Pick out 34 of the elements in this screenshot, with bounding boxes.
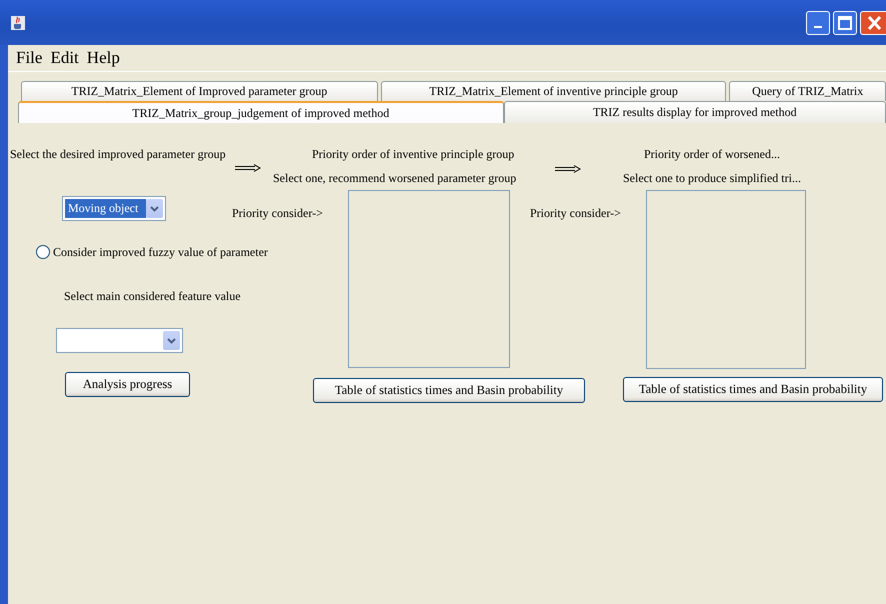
tab[interactable]: Query of TRIZ_Matrix bbox=[729, 81, 886, 101]
maximize-button[interactable] bbox=[833, 10, 857, 34]
minimize-button[interactable] bbox=[806, 10, 830, 34]
tab[interactable]: TRIZ_Matrix_group_judgement of improved method bbox=[18, 101, 504, 123]
arrow-icon bbox=[555, 164, 581, 172]
menu-item[interactable]: Help bbox=[82, 45, 124, 71]
java-icon bbox=[10, 14, 26, 30]
analysis-button[interactable]: Analysis progress bbox=[65, 372, 190, 397]
subheading-text: Select one to produce simplified tri... bbox=[623, 170, 801, 186]
dropdown[interactable]: Moving object bbox=[62, 196, 166, 221]
label-text: Select main considered feature value bbox=[64, 288, 241, 304]
tab[interactable]: TRIZ_Matrix_Element of Improved parameter group bbox=[21, 81, 378, 101]
menu-item[interactable]: File bbox=[12, 45, 46, 71]
radio-label: Consider improved fuzzy value of parameter bbox=[53, 244, 268, 260]
label-text: Select the desired improved parameter group bbox=[10, 146, 226, 162]
caret-icon bbox=[150, 206, 159, 212]
table-button[interactable]: Table of statistics times and Basin probability bbox=[623, 377, 883, 402]
tab[interactable]: TRIZ results display for improved method bbox=[504, 101, 886, 123]
radio-button[interactable] bbox=[36, 245, 50, 259]
arrow-icon bbox=[235, 164, 261, 172]
heading-text: Priority order of worsened... bbox=[644, 146, 780, 162]
subheading-text: Select one, recommend worsened parameter group bbox=[273, 170, 516, 186]
maximize-icon bbox=[838, 16, 852, 30]
label-text: Priority consider-> bbox=[530, 205, 622, 221]
table-button[interactable]: Table of statistics times and Basin probability bbox=[313, 378, 585, 403]
menu-item[interactable]: Edit bbox=[46, 45, 83, 71]
close-button[interactable] bbox=[860, 10, 886, 34]
dropdown[interactable] bbox=[56, 328, 183, 353]
tab[interactable]: TRIZ_Matrix_Element of inventive principle group bbox=[380, 81, 726, 101]
minimize-icon bbox=[814, 26, 822, 28]
caret-icon bbox=[167, 338, 176, 344]
heading-text: Priority order of inventive principle group bbox=[312, 146, 514, 162]
label-text: Priority consider-> bbox=[232, 205, 324, 221]
close-icon bbox=[866, 14, 882, 30]
